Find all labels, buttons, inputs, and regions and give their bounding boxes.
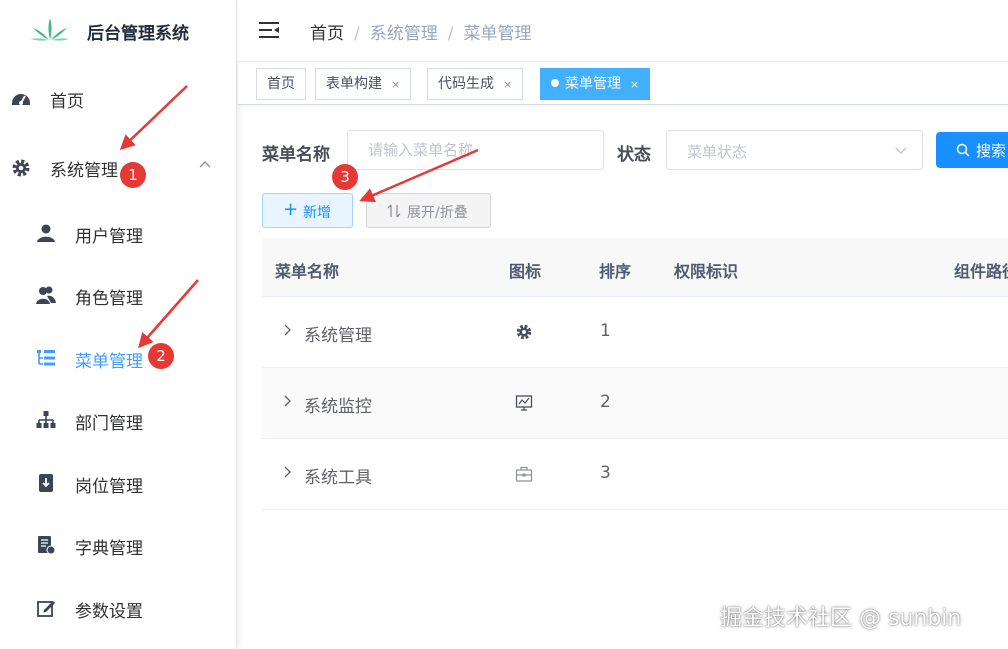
watermark: 掘金技术社区 @ sunbin <box>720 606 962 631</box>
org-tree-icon <box>36 411 56 428</box>
add-button[interactable]: + 新增 <box>262 193 353 228</box>
sidebar-item-users[interactable]: 用户管理 <box>0 206 237 262</box>
table-row[interactable]: 系统管理 1 <box>262 297 1008 368</box>
sidebar-item-depts[interactable]: 部门管理 <box>0 393 237 449</box>
close-icon[interactable]: × <box>630 78 639 91</box>
sort-icon <box>387 204 401 218</box>
toolbox-icon <box>515 466 533 482</box>
sidebar-item-home[interactable]: 首页 <box>0 71 237 127</box>
row-name: 系统监控 <box>304 397 372 417</box>
logo-icon <box>31 18 69 41</box>
expand-collapse-label: 展开/折叠 <box>407 205 468 221</box>
menu-name-input-wrapper <box>347 130 604 170</box>
tags-view: 首页 表单构建 × 代码生成 × 菜单管理 × <box>238 62 1008 105</box>
search-icon <box>956 143 970 157</box>
dashboard-icon <box>12 94 30 105</box>
dict-icon <box>38 536 56 555</box>
app-title: 后台管理系统 <box>87 24 189 44</box>
row-name: 系统工具 <box>304 468 372 488</box>
sidebar-item-menus[interactable]: 菜单管理 <box>0 331 237 387</box>
tag-label: 代码生成 <box>438 76 494 92</box>
col-header-perms: 权限标识 <box>674 262 739 281</box>
sidebar-item-label: 菜单管理 <box>75 352 143 372</box>
row-order: 3 <box>600 463 611 483</box>
row-name: 系统管理 <box>304 326 372 346</box>
col-header-component: 组件路径 <box>954 262 1008 281</box>
sidebar-item-config[interactable]: 参数设置 <box>0 581 237 637</box>
app: 后台管理系统 首页 系统管理 用户管理 角色管理 菜单管理 部门管理 岗位管理 … <box>0 0 1008 649</box>
user-icon <box>37 224 55 242</box>
sidebar-item-roles[interactable]: 角色管理 <box>0 268 237 324</box>
breadcrumb-home[interactable]: 首页 <box>310 24 344 44</box>
col-header-icon: 图标 <box>509 262 542 281</box>
sidebar-item-label: 参数设置 <box>75 602 143 622</box>
logo[interactable]: 后台管理系统 <box>0 0 237 64</box>
search-button-label: 搜索 <box>976 142 1007 160</box>
close-icon[interactable]: × <box>391 78 400 91</box>
tag-label: 表单构建 <box>326 76 382 92</box>
chevron-right-icon[interactable] <box>282 394 294 408</box>
search-button[interactable]: 搜索 <box>936 132 1008 168</box>
sidebar-item-system[interactable]: 系统管理 <box>0 140 237 196</box>
sidebar-item-label: 部门管理 <box>75 414 143 434</box>
edit-icon <box>37 601 55 617</box>
close-icon[interactable]: × <box>503 78 512 91</box>
gear-icon <box>12 159 30 177</box>
annotation-badge-3: 3 <box>332 164 358 190</box>
table-row[interactable]: 系统工具 3 <box>262 439 1008 510</box>
sidebar-item-label: 岗位管理 <box>75 477 143 497</box>
row-order: 1 <box>600 321 611 341</box>
breadcrumb-system: 系统管理 <box>369 24 438 44</box>
row-order: 2 <box>600 392 611 412</box>
menu-name-input[interactable] <box>348 131 603 169</box>
users-icon <box>36 286 56 304</box>
table-row[interactable]: 系统监控 2 <box>262 368 1008 439</box>
tree-table-icon <box>37 350 55 366</box>
sidebar: 后台管理系统 首页 系统管理 用户管理 角色管理 菜单管理 部门管理 岗位管理 … <box>0 0 237 649</box>
tag-form-build[interactable]: 表单构建 × <box>315 68 412 100</box>
sidebar-item-posts[interactable]: 岗位管理 <box>0 456 237 512</box>
chevron-down-icon <box>895 147 907 154</box>
gear-icon <box>516 324 532 340</box>
status-select-placeholder: 菜单状态 <box>687 143 748 161</box>
sidebar-item-label: 用户管理 <box>75 227 143 247</box>
add-button-label: 新增 <box>303 205 331 221</box>
plus-icon: + <box>283 199 299 220</box>
navbar: 首页 / 系统管理 / 菜单管理 <box>238 0 1008 62</box>
tag-menu-manage[interactable]: 菜单管理 × <box>540 68 651 100</box>
sidebar-item-label: 字典管理 <box>75 539 143 559</box>
col-header-name: 菜单名称 <box>275 262 340 281</box>
annotation-badge-2: 2 <box>148 343 174 369</box>
table-header: 菜单名称 图标 排序 权限标识 组件路径 <box>262 238 1008 297</box>
sidebar-item-label: 系统管理 <box>50 161 118 181</box>
breadcrumb-current: 菜单管理 <box>463 24 532 44</box>
hamburger-icon[interactable] <box>258 20 280 40</box>
chevron-right-icon[interactable] <box>282 323 294 337</box>
sidebar-item-dict[interactable]: 字典管理 <box>0 518 237 574</box>
breadcrumb: 首页 / 系统管理 / 菜单管理 <box>310 24 532 44</box>
post-icon <box>39 474 53 492</box>
active-dot-icon <box>551 79 559 87</box>
chevron-right-icon[interactable] <box>282 465 294 479</box>
tag-label: 菜单管理 <box>565 76 621 92</box>
monitor-icon <box>515 395 533 411</box>
tag-label: 首页 <box>267 76 295 92</box>
tag-code-gen[interactable]: 代码生成 × <box>427 68 524 100</box>
sidebar-item-label: 角色管理 <box>75 289 143 309</box>
chevron-up-icon <box>199 161 211 168</box>
tag-home[interactable]: 首页 <box>256 68 306 100</box>
expand-collapse-button[interactable]: 展开/折叠 <box>366 193 491 228</box>
status-select[interactable]: 菜单状态 <box>666 130 923 170</box>
status-label: 状态 <box>617 145 651 165</box>
sidebar-item-label: 首页 <box>50 92 84 112</box>
annotation-badge-1: 1 <box>120 162 146 188</box>
menu-name-label: 菜单名称 <box>262 145 330 165</box>
col-header-order: 排序 <box>599 262 632 281</box>
